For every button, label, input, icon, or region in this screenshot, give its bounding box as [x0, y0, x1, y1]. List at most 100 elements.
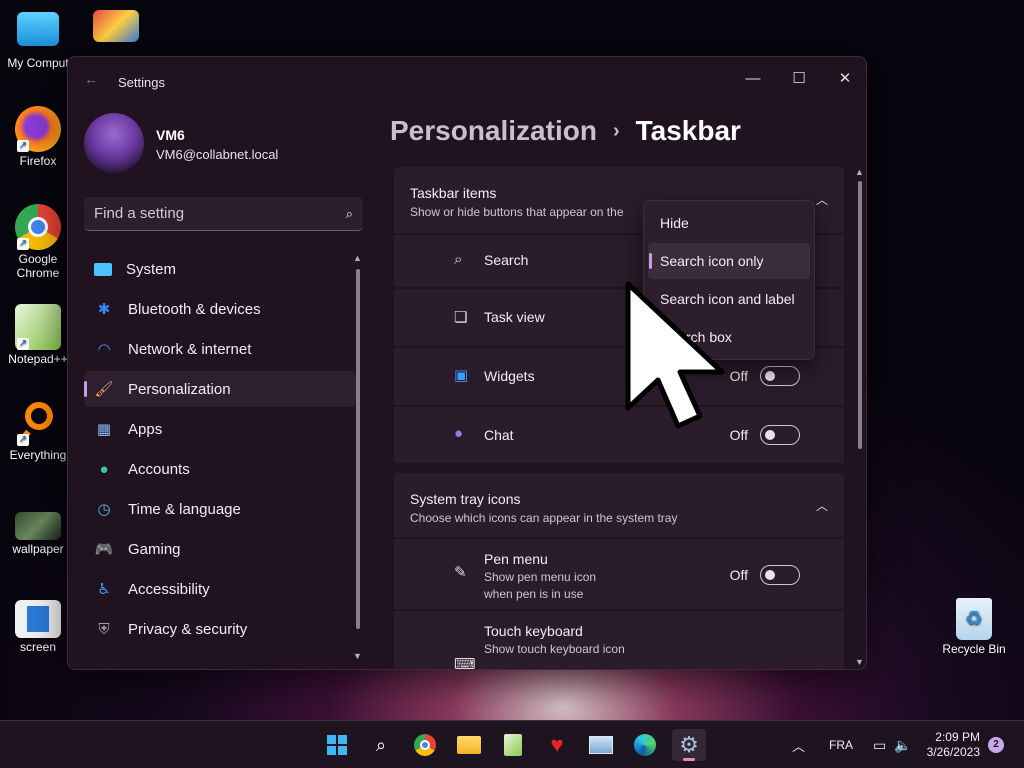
system-tray-header[interactable]: System tray icons Choose which icons can… [394, 473, 844, 537]
sidebar-item-label: System [126, 260, 177, 278]
desktop-icon-game[interactable] [78, 10, 154, 44]
network-icon[interactable]: ▭ [873, 737, 886, 754]
scroll-up-icon[interactable]: ▲ [855, 167, 864, 177]
page-title: Taskbar [635, 115, 741, 146]
pen-menu-toggle[interactable] [760, 565, 800, 585]
desktop-icon-wallpaper[interactable]: wallpaper [0, 512, 76, 556]
desktop-icon-label: Firefox [19, 154, 57, 168]
start-icon[interactable] [320, 729, 354, 761]
chevron-up-icon: ︿ [815, 499, 828, 513]
close-button[interactable]: ✕ [822, 63, 866, 95]
sidebar-item-privacy[interactable]: ⛨ Privacy & security [84, 611, 356, 647]
sidebar-item-label: Network & internet [128, 340, 252, 358]
user-profile[interactable]: VM6 VM6@collabnet.local [84, 113, 344, 173]
desktop-icon-label: My Comput [7, 56, 69, 70]
back-arrow-icon[interactable]: ← [84, 71, 98, 87]
desktop-icon-recycle-bin[interactable]: ♻ Recycle Bin [936, 598, 1012, 656]
dropdown-option-search-icon-only[interactable]: Search icon only [648, 243, 810, 279]
scroll-up-icon[interactable]: ▲ [353, 253, 362, 263]
desktop-icon-label: Notepad++ [8, 352, 68, 366]
desktop-icon-chrome[interactable]: ↗ Google Chrome [0, 204, 76, 280]
scroll-down-icon[interactable]: ▼ [855, 657, 864, 667]
accessibility-icon: ♿ [97, 581, 111, 598]
desktop-icon-firefox[interactable]: ↗ Firefox [0, 106, 76, 168]
image-file-icon [15, 512, 61, 540]
sidebar-item-gaming[interactable]: 🎮 Gaming [84, 531, 356, 567]
chevron-up-icon[interactable]: ︿ [792, 736, 805, 755]
task-view-icon: ❏ [454, 309, 468, 326]
sidebar-item-time-language[interactable]: ◷ Time & language [84, 491, 356, 527]
chrome-icon[interactable] [408, 729, 442, 761]
desktop-icon-label: Everything [9, 448, 67, 462]
setting-label: Widgets [484, 368, 535, 384]
photo-app-icon[interactable] [584, 729, 618, 761]
sidebar-item-apps[interactable]: ▦ Apps [84, 411, 356, 447]
desktop-icon-my-computer[interactable]: My Comput [0, 8, 76, 70]
desktop-icon-label: wallpaper [12, 542, 64, 556]
monitor-icon [17, 12, 59, 46]
clock-time: 2:09 PM [935, 730, 980, 744]
edge-icon[interactable] [628, 729, 662, 761]
dropdown-option-hide[interactable]: Hide [648, 205, 810, 241]
search-icon[interactable]: ⌕ [346, 206, 353, 222]
desktop-icon-screen[interactable]: screen [0, 600, 76, 654]
sidebar-item-accessibility[interactable]: ♿ Accessibility [84, 571, 356, 607]
heart-app-icon[interactable]: ♥ [540, 729, 574, 761]
shield-icon: ⛨ [98, 620, 110, 638]
chat-icon: ● [454, 425, 464, 442]
game-thumbnail-icon [93, 10, 139, 42]
sidebar-item-label: Gaming [128, 540, 181, 558]
notification-badge[interactable]: 2 [988, 737, 1004, 753]
sidebar-scrollbar[interactable]: ▲ ▼ [353, 253, 362, 661]
sidebar-item-network[interactable]: ◠ Network & internet [84, 331, 356, 367]
scroll-down-icon[interactable]: ▼ [353, 651, 362, 661]
breadcrumb-parent[interactable]: Personalization [390, 115, 597, 147]
setting-row-touch-keyboard[interactable]: ⌨ Touch keyboard Show touch keyboard ico… [394, 611, 844, 669]
toggle-state-label: Off [729, 427, 748, 443]
settings-icon[interactable]: ⚙ [672, 729, 706, 761]
scrollbar-thumb[interactable] [858, 181, 862, 449]
chevron-up-icon: ︿ [815, 193, 828, 207]
search-input[interactable] [84, 197, 324, 230]
chat-toggle[interactable] [760, 425, 800, 445]
setting-description: Show touch keyboard icon [484, 642, 625, 656]
system-icon [94, 262, 112, 276]
widgets-toggle[interactable] [760, 366, 800, 386]
settings-window: ← Settings — ☐ ✕ VM6 VM6@collabnet.local… [67, 56, 867, 670]
notepad-icon[interactable] [496, 729, 530, 761]
content-scrollbar[interactable]: ▲ ▼ [855, 167, 864, 667]
setting-row-pen-menu[interactable]: ✎ Pen menu Show pen menu icon when pen i… [394, 539, 844, 609]
desktop-icon-notepadpp[interactable]: ↗ Notepad++ [0, 304, 76, 366]
scrollbar-thumb[interactable] [356, 269, 360, 629]
toggle-state-label: Off [729, 567, 748, 583]
system-tray: ︿ FRA ▭ 🔈 [792, 721, 912, 768]
desktop-icon-everything[interactable]: ↗ Everything [0, 400, 76, 462]
sidebar-item-system[interactable]: System [84, 251, 356, 287]
minimize-button[interactable]: — [730, 63, 776, 95]
setting-label: Touch keyboard [484, 623, 583, 639]
search-icon: ⌕ [454, 251, 463, 268]
search-icon[interactable]: ⌕ [364, 729, 398, 761]
bluetooth-icon: ✱ [97, 301, 111, 318]
shortcut-arrow-icon: ↗ [17, 338, 29, 350]
clock[interactable]: 2:09 PM 3/26/2023 [927, 730, 980, 760]
clock-date: 3/26/2023 [926, 745, 980, 759]
language-indicator[interactable]: FRA [829, 738, 853, 752]
sidebar-item-bluetooth[interactable]: ✱ Bluetooth & devices [84, 291, 356, 327]
sidebar-item-label: Apps [128, 420, 163, 438]
chrome-icon: ↗ [15, 204, 61, 250]
section-subtitle: Choose which icons can appear in the sys… [410, 511, 678, 525]
shortcut-arrow-icon: ↗ [17, 434, 29, 446]
sidebar-item-accounts[interactable]: ● Accounts [84, 451, 356, 487]
apps-icon: ▦ [96, 421, 112, 438]
setting-label: Search [484, 252, 529, 268]
volume-icon[interactable]: 🔈 [894, 737, 911, 754]
sidebar-nav: System ✱ Bluetooth & devices ◠ Network &… [84, 251, 356, 661]
maximize-button[interactable]: ☐ [776, 63, 822, 95]
file-explorer-icon[interactable] [452, 729, 486, 761]
firefox-icon: ↗ [15, 106, 61, 152]
setting-row-chat[interactable]: ● Chat Off [394, 407, 844, 463]
sidebar-item-personalization[interactable]: 🖌 Personalization [84, 371, 356, 407]
settings-search[interactable]: ⌕ [84, 197, 363, 231]
brush-icon: 🖌 [94, 381, 114, 398]
